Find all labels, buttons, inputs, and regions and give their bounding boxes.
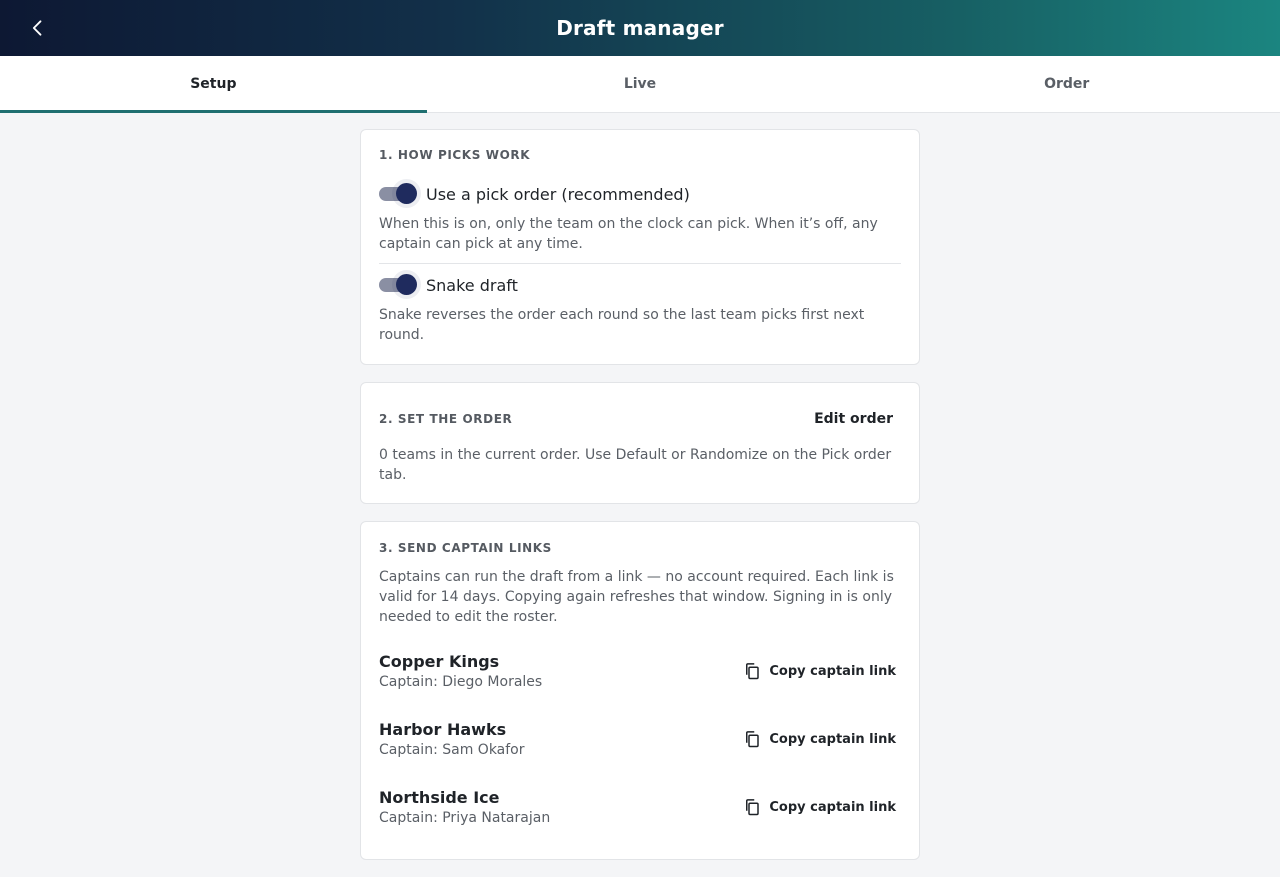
snake-draft-helper: Snake reverses the order each round so t… [379, 307, 865, 343]
how-picks-work-card: 1. HOW PICKS WORK Use a pick order (reco… [360, 129, 920, 365]
team-captain: Captain: Sam Okafor [379, 742, 525, 758]
captain-links-card: 3. SEND CAPTAIN LINKS Captains can run t… [360, 521, 920, 860]
pick-order-toggle-label: Use a pick order (recommended) [426, 184, 690, 204]
chevron-left-icon [32, 20, 42, 36]
pick-order-toggle[interactable] [379, 182, 417, 206]
team-row: Copper Kings Captain: Diego Morales Copy… [379, 637, 901, 705]
team-info: Copper Kings Captain: Diego Morales [379, 652, 542, 690]
team-row: Harbor Hawks Captain: Sam Okafor Copy ca… [379, 705, 901, 773]
copy-captain-link-button[interactable]: Copy captain link [738, 724, 901, 754]
team-name: Copper Kings [379, 652, 500, 671]
copy-captain-link-button[interactable]: Copy captain link [738, 792, 901, 822]
team-name: Northside Ice [379, 788, 500, 807]
captain-links-helper: Captains can run the draft from a link —… [379, 569, 894, 625]
copy-icon [746, 731, 760, 748]
team-captain: Captain: Diego Morales [379, 674, 543, 690]
copy-captain-link-label: Copy captain link [769, 663, 896, 679]
copy-captain-link-button[interactable]: Copy captain link [738, 656, 901, 686]
copy-captain-link-label: Copy captain link [769, 731, 896, 747]
team-info: Northside Ice Captain: Priya Natarajan [379, 788, 550, 826]
set-order-helper: 0 teams in the current order. Use Defaul… [379, 447, 892, 483]
team-name: Harbor Hawks [379, 720, 507, 739]
copy-captain-link-label: Copy captain link [769, 799, 896, 815]
team-captain: Captain: Priya Natarajan [379, 810, 551, 826]
set-order-header: 2. SET THE ORDER Edit order [379, 405, 901, 433]
app-bar: Draft manager [0, 0, 1280, 56]
edit-order-button[interactable]: Edit order [806, 405, 901, 433]
snake-draft-toggle-row: Snake draft [379, 273, 901, 297]
page-title: Draft manager [556, 16, 724, 40]
section-title-how-picks-work: 1. HOW PICKS WORK [379, 148, 531, 162]
setup-content: 1. HOW PICKS WORK Use a pick order (reco… [360, 129, 920, 877]
copy-icon [746, 799, 760, 816]
tab-order[interactable]: Order [853, 56, 1280, 112]
team-row: Northside Ice Captain: Priya Natarajan C… [379, 773, 901, 841]
back-button[interactable] [20, 10, 56, 46]
toggle-thumb [396, 183, 417, 204]
copy-icon [746, 663, 760, 680]
set-order-card: 2. SET THE ORDER Edit order 0 teams in t… [360, 382, 920, 504]
snake-draft-toggle-label: Snake draft [426, 275, 518, 295]
tab-setup[interactable]: Setup [0, 56, 427, 113]
snake-draft-toggle[interactable] [379, 273, 417, 297]
pick-order-toggle-row: Use a pick order (recommended) [379, 182, 901, 206]
pick-order-helper: When this is on, only the team on the cl… [379, 216, 878, 252]
toggle-thumb [396, 274, 417, 295]
tab-bar: Setup Live Order [0, 56, 1280, 113]
divider [379, 263, 901, 264]
team-info: Harbor Hawks Captain: Sam Okafor [379, 720, 525, 758]
section-title-captain-links: 3. SEND CAPTAIN LINKS [379, 541, 552, 555]
section-title-set-order: 2. SET THE ORDER [379, 412, 513, 426]
tab-live[interactable]: Live [427, 56, 854, 112]
